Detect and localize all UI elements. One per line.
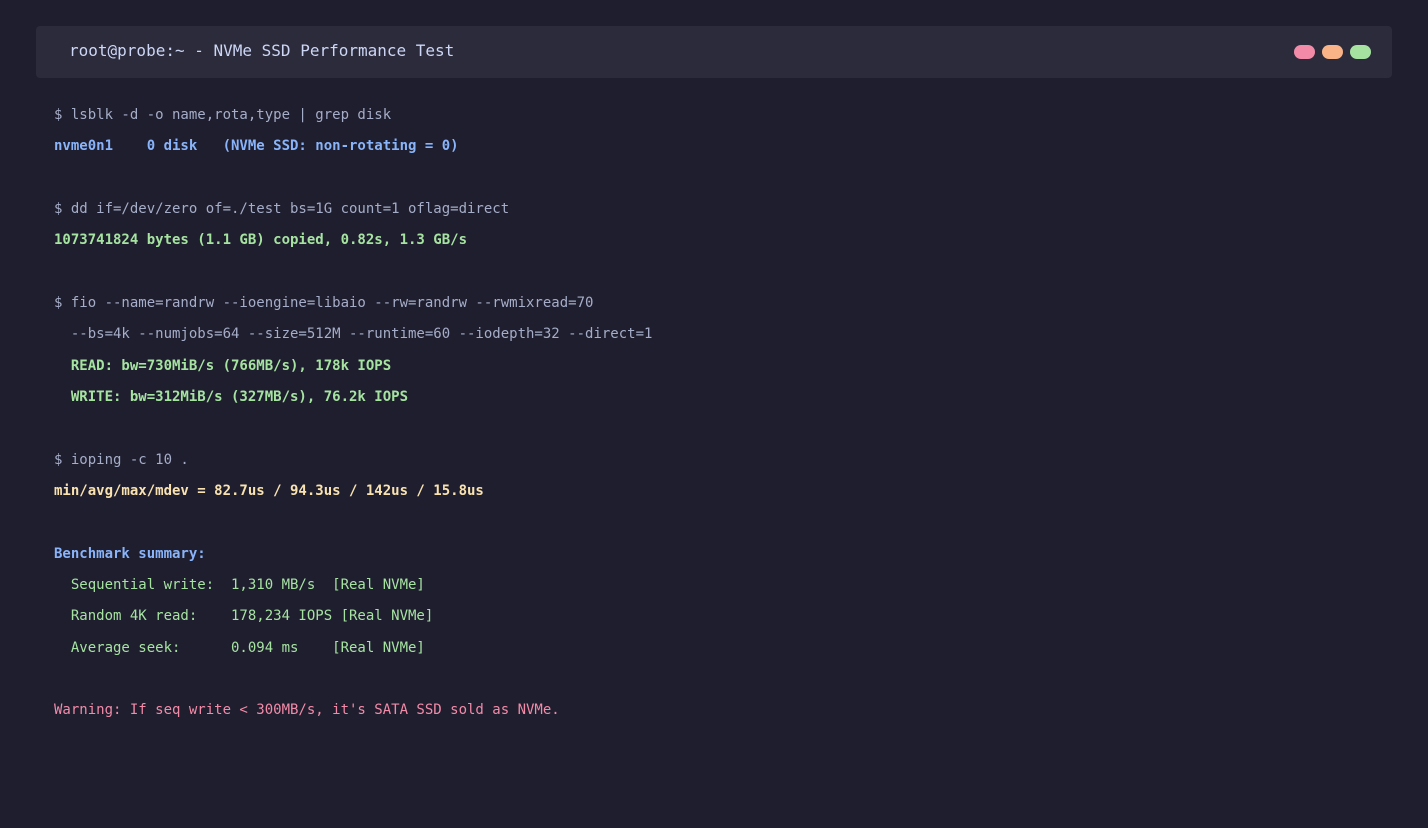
summary-avg-seek: Average seek: 0.094 ms [Real NVMe] (54, 639, 425, 656)
ioping-output: min/avg/max/mdev = 82.7us / 94.3us / 142… (54, 482, 484, 499)
warning-message: Warning: If seq write < 300MB/s, it's SA… (54, 702, 560, 719)
dd-command: $ dd if=/dev/zero of=./test bs=1G count=… (54, 200, 510, 217)
fio-command: $ fio --name=randrw --ioengine=libaio --… (54, 294, 594, 311)
lsblk-command: $ lsblk -d -o name,rota,type | grep disk (54, 107, 392, 123)
window-controls (1294, 45, 1371, 59)
summary-rand-read: Random 4K read: 178,234 IOPS [Real NVMe] (54, 608, 434, 625)
fio-write-result: WRITE: bw=312MiB/s (327MB/s), 76.2k IOPS (54, 388, 409, 405)
terminal-titlebar: root@probe:~ - NVMe SSD Performance Test (36, 26, 1392, 78)
summary-seq-write: Sequential write: 1,310 MB/s [Real NVMe] (54, 576, 425, 593)
fio-read-result: READ: bw=730MiB/s (766MB/s), 178k IOPS (54, 357, 392, 374)
terminal-output: $ lsblk -d -o name,rota,type | grep disk… (54, 100, 1384, 727)
dd-output: 1073741824 bytes (1.1 GB) copied, 0.82s,… (54, 232, 468, 249)
summary-heading: Benchmark summary: (54, 545, 206, 562)
minimize-dot-icon[interactable] (1322, 45, 1343, 59)
close-dot-icon[interactable] (1294, 45, 1315, 59)
lsblk-output: nvme0n1 0 disk (NVMe SSD: non-rotating =… (54, 138, 459, 155)
maximize-dot-icon[interactable] (1350, 45, 1371, 59)
window-title: root@probe:~ - NVMe SSD Performance Test (69, 41, 455, 60)
fio-command-continuation: --bs=4k --numjobs=64 --size=512M --runti… (54, 326, 653, 343)
ioping-command: $ ioping -c 10 . (54, 451, 189, 468)
